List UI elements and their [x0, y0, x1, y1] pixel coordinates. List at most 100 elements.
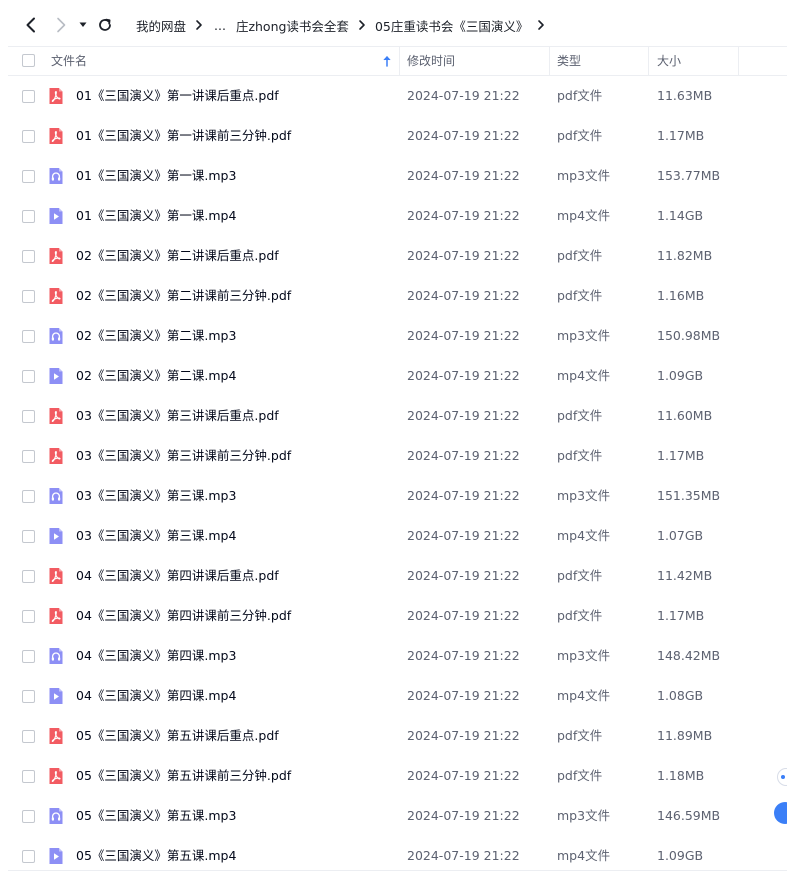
list-bottom-divider: [8, 870, 787, 871]
file-row[interactable]: 03《三国演义》第三课.mp3 2024-07-19 21:22 mp3文件 151.…: [0, 476, 787, 516]
file-size: 1.07GB: [657, 528, 704, 543]
breadcrumb-ellipsis[interactable]: ...: [214, 18, 226, 33]
column-divider[interactable]: [399, 47, 400, 75]
row-checkbox[interactable]: [22, 130, 35, 143]
audio-icon: [49, 488, 63, 504]
pdf-icon: [49, 248, 63, 264]
row-checkbox[interactable]: [22, 690, 35, 703]
file-name[interactable]: 04《三国演义》第四课.mp3: [76, 636, 236, 676]
file-modified-time: 2024-07-19 21:22: [407, 648, 520, 663]
column-divider[interactable]: [549, 47, 550, 75]
row-checkbox[interactable]: [22, 650, 35, 663]
navigation-bar: 我的网盘 ... 庄zhong读书会全套 05庄重读书会《三国演义》: [0, 0, 787, 50]
file-name[interactable]: 03《三国演义》第三课.mp3: [76, 476, 236, 516]
file-type: pdf文件: [557, 608, 603, 623]
file-row[interactable]: 03《三国演义》第三课.mp4 2024-07-19 21:22 mp4文件 1.07…: [0, 516, 787, 556]
row-checkbox[interactable]: [22, 850, 35, 863]
chevron-right-icon: [358, 19, 366, 31]
file-name[interactable]: 03《三国演义》第三课.mp4: [76, 516, 236, 556]
chevron-right-icon[interactable]: [537, 19, 545, 31]
file-row[interactable]: 03《三国演义》第三讲课前三分钟.pdf 2024-07-19 21:22 pdf文…: [0, 436, 787, 476]
row-checkbox[interactable]: [22, 250, 35, 263]
back-button[interactable]: [19, 12, 43, 38]
file-name[interactable]: 01《三国演义》第一课.mp3: [76, 156, 236, 196]
column-header-size[interactable]: 大小: [657, 47, 737, 75]
refresh-button[interactable]: [93, 12, 117, 38]
file-name[interactable]: 02《三国演义》第二讲课前三分钟.pdf: [76, 276, 291, 316]
column-header-modified[interactable]: 修改时间: [407, 47, 547, 75]
file-size: 1.14GB: [657, 208, 704, 223]
file-row[interactable]: 03《三国演义》第三讲课后重点.pdf 2024-07-19 21:22 pdf文件…: [0, 396, 787, 436]
file-row[interactable]: 05《三国演义》第五课.mp3 2024-07-19 21:22 mp3文件 146.…: [0, 796, 787, 836]
column-header-name[interactable]: 文件名: [51, 47, 401, 75]
history-dropdown-button[interactable]: [73, 12, 93, 38]
chevron-left-icon: [26, 17, 35, 33]
file-size: 11.63MB: [657, 88, 713, 103]
row-checkbox[interactable]: [22, 490, 35, 503]
file-row[interactable]: 02《三国演义》第二讲课前三分钟.pdf 2024-07-19 21:22 pdf文…: [0, 276, 787, 316]
file-row[interactable]: 01《三国演义》第一课.mp3 2024-07-19 21:22 mp3文件 153.…: [0, 156, 787, 196]
file-type: mp3文件: [557, 648, 611, 663]
file-type: mp4文件: [557, 368, 611, 383]
file-name[interactable]: 05《三国演义》第五课.mp3: [76, 796, 236, 836]
row-checkbox[interactable]: [22, 370, 35, 383]
sort-ascending-icon[interactable]: [382, 55, 392, 67]
row-checkbox[interactable]: [22, 410, 35, 423]
file-row[interactable]: 01《三国演义》第一讲课后重点.pdf 2024-07-19 21:22 pdf文件…: [0, 76, 787, 116]
file-name[interactable]: 03《三国演义》第三讲课后重点.pdf: [76, 396, 279, 436]
file-size: 1.17MB: [657, 608, 705, 623]
file-modified-time: 2024-07-19 21:22: [407, 768, 520, 783]
file-name[interactable]: 02《三国演义》第二讲课后重点.pdf: [76, 236, 279, 276]
forward-button[interactable]: [49, 12, 73, 38]
file-name[interactable]: 04《三国演义》第四课.mp4: [76, 676, 236, 716]
row-checkbox[interactable]: [22, 170, 35, 183]
file-name[interactable]: 02《三国演义》第二课.mp4: [76, 356, 236, 396]
row-checkbox[interactable]: [22, 770, 35, 783]
breadcrumb-root[interactable]: 我的网盘: [136, 16, 186, 35]
file-row[interactable]: 05《三国演义》第五讲课前三分钟.pdf 2024-07-19 21:22 pdf文…: [0, 756, 787, 796]
breadcrumb-item-current[interactable]: 05庄重读书会《三国演义》: [375, 16, 528, 35]
column-divider[interactable]: [738, 47, 739, 75]
file-name[interactable]: 01《三国演义》第一课.mp4: [76, 196, 236, 236]
column-header-type[interactable]: 类型: [557, 47, 647, 75]
file-name[interactable]: 05《三国演义》第五讲课后重点.pdf: [76, 716, 279, 756]
select-all-checkbox[interactable]: [22, 54, 35, 67]
row-checkbox[interactable]: [22, 730, 35, 743]
breadcrumb-item-collection[interactable]: 庄zhong读书会全套: [236, 16, 349, 35]
file-name[interactable]: 04《三国演义》第四讲课后重点.pdf: [76, 556, 279, 596]
file-row[interactable]: 02《三国演义》第二课.mp3 2024-07-19 21:22 mp3文件 150.…: [0, 316, 787, 356]
file-size: 11.82MB: [657, 248, 713, 263]
video-icon: [49, 688, 63, 704]
pdf-icon: [49, 568, 63, 584]
file-name[interactable]: 01《三国演义》第一讲课前三分钟.pdf: [76, 116, 291, 156]
row-checkbox[interactable]: [22, 610, 35, 623]
file-row[interactable]: 01《三国演义》第一课.mp4 2024-07-19 21:22 mp4文件 1.14…: [0, 196, 787, 236]
column-divider[interactable]: [648, 47, 649, 75]
file-row[interactable]: 02《三国演义》第二课.mp4 2024-07-19 21:22 mp4文件 1.09…: [0, 356, 787, 396]
file-type: mp4文件: [557, 528, 611, 543]
dot-icon: [781, 775, 785, 779]
row-checkbox[interactable]: [22, 810, 35, 823]
row-checkbox[interactable]: [22, 90, 35, 103]
row-checkbox[interactable]: [22, 330, 35, 343]
file-name[interactable]: 02《三国演义》第二课.mp3: [76, 316, 236, 356]
file-row[interactable]: 01《三国演义》第一讲课前三分钟.pdf 2024-07-19 21:22 pdf文…: [0, 116, 787, 156]
file-name[interactable]: 03《三国演义》第三讲课前三分钟.pdf: [76, 436, 291, 476]
row-checkbox[interactable]: [22, 450, 35, 463]
file-row[interactable]: 02《三国演义》第二讲课后重点.pdf 2024-07-19 21:22 pdf文件…: [0, 236, 787, 276]
file-row[interactable]: 04《三国演义》第四课.mp3 2024-07-19 21:22 mp3文件 148.…: [0, 636, 787, 676]
file-row[interactable]: 04《三国演义》第四讲课前三分钟.pdf 2024-07-19 21:22 pdf文…: [0, 596, 787, 636]
file-type: pdf文件: [557, 408, 603, 423]
file-row[interactable]: 04《三国演义》第四课.mp4 2024-07-19 21:22 mp4文件 1.08…: [0, 676, 787, 716]
file-row[interactable]: 05《三国演义》第五讲课后重点.pdf 2024-07-19 21:22 pdf文件…: [0, 716, 787, 756]
row-checkbox[interactable]: [22, 530, 35, 543]
file-name[interactable]: 04《三国演义》第四讲课前三分钟.pdf: [76, 596, 291, 636]
pdf-icon: [49, 608, 63, 624]
file-name[interactable]: 05《三国演义》第五讲课前三分钟.pdf: [76, 756, 291, 796]
pdf-icon: [49, 728, 63, 744]
row-checkbox[interactable]: [22, 570, 35, 583]
row-checkbox[interactable]: [22, 290, 35, 303]
row-checkbox[interactable]: [22, 210, 35, 223]
file-row[interactable]: 04《三国演义》第四讲课后重点.pdf 2024-07-19 21:22 pdf文件…: [0, 556, 787, 596]
file-name[interactable]: 01《三国演义》第一讲课后重点.pdf: [76, 76, 279, 116]
